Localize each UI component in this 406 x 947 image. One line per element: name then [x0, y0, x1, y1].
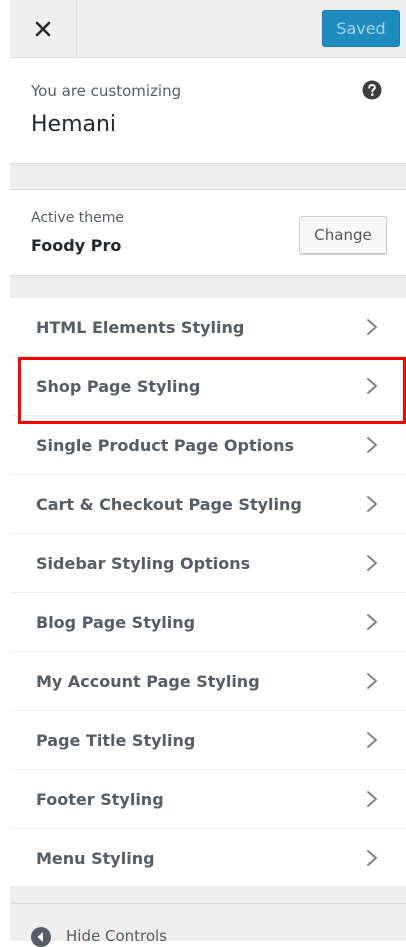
- menu-item-label: Menu Styling: [36, 849, 155, 868]
- menu-item-blog-page-styling[interactable]: Blog Page Styling: [10, 592, 406, 651]
- chevron-right-icon: [367, 732, 377, 748]
- chevron-right-icon: [367, 496, 377, 512]
- customizer-panel: Saved You are customizing Hemani Active …: [10, 0, 406, 947]
- customizer-header: Saved: [10, 0, 406, 58]
- section-gap: [10, 164, 406, 189]
- hide-controls-label: Hide Controls: [66, 927, 168, 945]
- chevron-right-icon: [367, 673, 377, 689]
- menu-item-cart-checkout-page-styling[interactable]: Cart & Checkout Page Styling: [10, 474, 406, 533]
- chevron-right-icon: [367, 614, 377, 630]
- saved-button[interactable]: Saved: [322, 10, 400, 47]
- menu-item-single-product-page-options[interactable]: Single Product Page Options: [10, 415, 406, 474]
- menu-item-label: HTML Elements Styling: [36, 318, 245, 337]
- menu-item-label: Blog Page Styling: [36, 613, 196, 632]
- active-theme-label: Active theme: [31, 210, 124, 226]
- menu-item-sidebar-styling-options[interactable]: Sidebar Styling Options: [10, 533, 406, 592]
- menu-item-label: Single Product Page Options: [36, 436, 294, 455]
- chevron-right-icon: [367, 319, 377, 335]
- menu-item-my-account-page-styling[interactable]: My Account Page Styling: [10, 651, 406, 710]
- hide-controls-button[interactable]: Hide Controls: [10, 903, 406, 947]
- chevron-right-icon: [367, 378, 377, 394]
- help-icon[interactable]: [362, 80, 382, 100]
- change-theme-button[interactable]: Change: [299, 216, 387, 254]
- customizing-info: You are customizing Hemani: [10, 58, 406, 164]
- menu-item-footer-styling[interactable]: Footer Styling: [10, 769, 406, 828]
- menu-item-label: Shop Page Styling: [36, 377, 201, 396]
- chevron-right-icon: [367, 850, 377, 866]
- chevron-right-icon: [367, 437, 377, 453]
- menu-item-page-title-styling[interactable]: Page Title Styling: [10, 710, 406, 769]
- menu-item-shop-page-styling[interactable]: Shop Page Styling: [10, 356, 406, 415]
- customizer-menu: HTML Elements Styling Shop Page Styling …: [10, 297, 406, 887]
- active-theme-name: Foody Pro: [31, 236, 122, 255]
- section-gap: [10, 276, 406, 297]
- collapse-arrow-icon: [31, 927, 51, 947]
- menu-item-label: Cart & Checkout Page Styling: [36, 495, 302, 514]
- menu-item-label: Page Title Styling: [36, 731, 196, 750]
- menu-item-html-elements-styling[interactable]: HTML Elements Styling: [10, 297, 406, 356]
- menu-item-label: Sidebar Styling Options: [36, 554, 251, 573]
- close-button[interactable]: [10, 0, 77, 57]
- chevron-right-icon: [367, 555, 377, 571]
- chevron-right-icon: [367, 791, 377, 807]
- menu-item-menu-styling[interactable]: Menu Styling: [10, 828, 406, 887]
- active-theme-section: Active theme Foody Pro Change: [10, 189, 406, 276]
- close-icon: [35, 21, 51, 36]
- menu-item-label: My Account Page Styling: [36, 672, 260, 691]
- customizing-label: You are customizing: [31, 82, 182, 100]
- menu-item-label: Footer Styling: [36, 790, 164, 809]
- site-title: Hemani: [31, 112, 117, 137]
